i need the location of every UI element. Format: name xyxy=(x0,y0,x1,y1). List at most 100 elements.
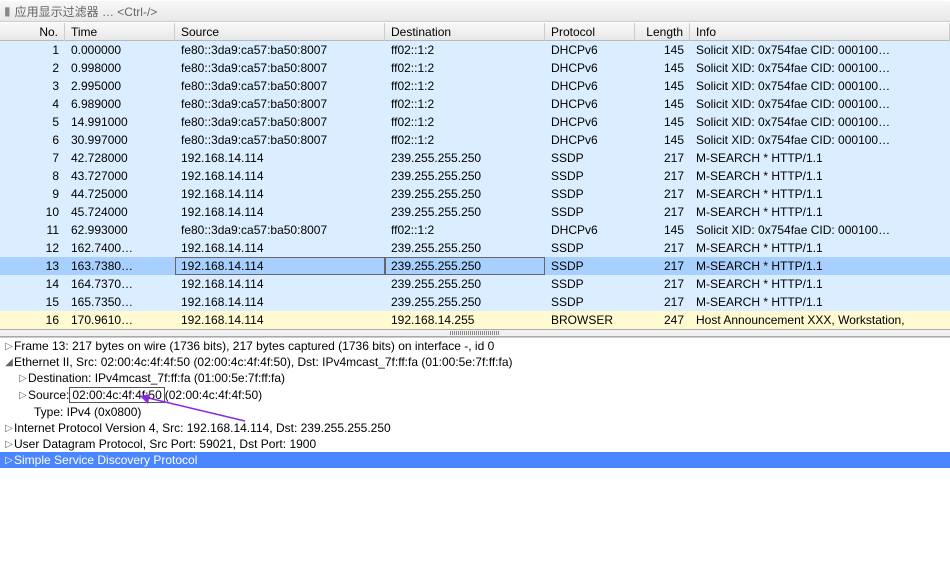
cell-info: M-SEARCH * HTTP/1.1 xyxy=(690,204,950,220)
table-row[interactable]: 12162.7400…192.168.14.114239.255.255.250… xyxy=(0,239,950,257)
expand-icon[interactable]: ▷ xyxy=(18,390,28,401)
cell-source: 192.168.14.114 xyxy=(175,276,385,292)
cell-source: 192.168.14.114 xyxy=(175,186,385,202)
expand-icon[interactable]: ▷ xyxy=(18,373,28,384)
col-destination[interactable]: Destination xyxy=(385,23,545,41)
table-row[interactable]: 20.998000fe80::3da9:ca57:ba50:8007ff02::… xyxy=(0,59,950,77)
cell-destination: 239.255.255.250 xyxy=(385,294,545,310)
cell-no: 3 xyxy=(0,78,65,94)
cell-no: 1 xyxy=(0,42,65,58)
table-row[interactable]: 1045.724000192.168.14.114239.255.255.250… xyxy=(0,203,950,221)
tree-eth-dst[interactable]: ▷Destination: IPv4mcast_7f:ff:fa (01:00:… xyxy=(0,370,950,386)
cell-length: 217 xyxy=(635,186,690,202)
cell-source: 192.168.14.114 xyxy=(175,150,385,166)
table-row[interactable]: 32.995000fe80::3da9:ca57:ba50:8007ff02::… xyxy=(0,77,950,95)
table-row[interactable]: 514.991000fe80::3da9:ca57:ba50:8007ff02:… xyxy=(0,113,950,131)
expand-icon[interactable]: ▷ xyxy=(4,455,14,466)
col-source[interactable]: Source xyxy=(175,23,385,41)
table-row[interactable]: 10.000000fe80::3da9:ca57:ba50:8007ff02::… xyxy=(0,41,950,59)
cell-no: 10 xyxy=(0,204,65,220)
cell-no: 13 xyxy=(0,258,65,274)
cell-no: 12 xyxy=(0,240,65,256)
tree-udp[interactable]: ▷User Datagram Protocol, Src Port: 59021… xyxy=(0,436,950,452)
packet-details-pane[interactable]: ▷Frame 13: 217 bytes on wire (1736 bits)… xyxy=(0,337,950,573)
col-info[interactable]: Info xyxy=(690,23,950,41)
cell-time: 6.989000 xyxy=(65,96,175,112)
cell-time: 30.997000 xyxy=(65,132,175,148)
table-row[interactable]: 46.989000fe80::3da9:ca57:ba50:8007ff02::… xyxy=(0,95,950,113)
cell-destination: 239.255.255.250 xyxy=(385,240,545,256)
cell-protocol: DHCPv6 xyxy=(545,60,635,76)
cell-length: 145 xyxy=(635,60,690,76)
cell-destination: 239.255.255.250 xyxy=(385,150,545,166)
cell-protocol: SSDP xyxy=(545,258,635,274)
table-row[interactable]: 14164.7370…192.168.14.114239.255.255.250… xyxy=(0,275,950,293)
cell-protocol: DHCPv6 xyxy=(545,42,635,58)
expand-icon[interactable]: ▷ xyxy=(4,341,14,352)
table-row[interactable]: 630.997000fe80::3da9:ca57:ba50:8007ff02:… xyxy=(0,131,950,149)
cell-info: M-SEARCH * HTTP/1.1 xyxy=(690,276,950,292)
cell-time: 43.727000 xyxy=(65,168,175,184)
cell-source: fe80::3da9:ca57:ba50:8007 xyxy=(175,96,385,112)
tree-ssdp[interactable]: ▷Simple Service Discovery Protocol xyxy=(0,452,950,468)
cell-no: 15 xyxy=(0,294,65,310)
table-row[interactable]: 16170.9610…192.168.14.114192.168.14.255B… xyxy=(0,311,950,329)
mac-highlight: 02:00:4c:4f:4f:50 xyxy=(69,387,164,403)
cell-source: fe80::3da9:ca57:ba50:8007 xyxy=(175,42,385,58)
cell-protocol: SSDP xyxy=(545,168,635,184)
pane-splitter[interactable] xyxy=(0,329,950,337)
cell-length: 217 xyxy=(635,294,690,310)
cell-info: M-SEARCH * HTTP/1.1 xyxy=(690,168,950,184)
table-row[interactable]: 1162.993000fe80::3da9:ca57:ba50:8007ff02… xyxy=(0,221,950,239)
tree-eth-src[interactable]: ▷Source: 02:00:4c:4f:4f:50 (02:00:4c:4f:… xyxy=(0,386,950,404)
column-headers[interactable]: No. Time Source Destination Protocol Len… xyxy=(0,22,950,41)
cell-time: 44.725000 xyxy=(65,186,175,202)
tree-frame[interactable]: ▷Frame 13: 217 bytes on wire (1736 bits)… xyxy=(0,338,950,354)
cell-info: Solicit XID: 0x754fae CID: 000100… xyxy=(690,132,950,148)
cell-destination: ff02::1:2 xyxy=(385,114,545,130)
cell-protocol: DHCPv6 xyxy=(545,132,635,148)
col-time[interactable]: Time xyxy=(65,23,175,41)
cell-info: Solicit XID: 0x754fae CID: 000100… xyxy=(690,222,950,238)
cell-source: fe80::3da9:ca57:ba50:8007 xyxy=(175,60,385,76)
col-length[interactable]: Length xyxy=(635,23,690,41)
cell-source: 192.168.14.114 xyxy=(175,204,385,220)
col-protocol[interactable]: Protocol xyxy=(545,23,635,41)
cell-no: 6 xyxy=(0,132,65,148)
cell-time: 45.724000 xyxy=(65,204,175,220)
cell-time: 62.993000 xyxy=(65,222,175,238)
expand-icon[interactable]: ▷ xyxy=(4,439,14,450)
cell-no: 5 xyxy=(0,114,65,130)
expand-icon[interactable]: ▷ xyxy=(4,423,14,434)
packet-list-pane[interactable]: No. Time Source Destination Protocol Len… xyxy=(0,22,950,329)
collapse-icon[interactable]: ◢ xyxy=(4,357,14,368)
col-no[interactable]: No. xyxy=(0,23,65,41)
cell-destination: ff02::1:2 xyxy=(385,60,545,76)
cell-protocol: DHCPv6 xyxy=(545,96,635,112)
cell-time: 162.7400… xyxy=(65,240,175,256)
cell-time: 0.998000 xyxy=(65,60,175,76)
table-row[interactable]: 944.725000192.168.14.114239.255.255.250S… xyxy=(0,185,950,203)
cell-protocol: SSDP xyxy=(545,186,635,202)
cell-info: Solicit XID: 0x754fae CID: 000100… xyxy=(690,42,950,58)
filter-icon: ▮ xyxy=(4,4,11,18)
table-row[interactable]: 13163.7380…192.168.14.114239.255.255.250… xyxy=(0,257,950,275)
tree-ethernet[interactable]: ◢Ethernet II, Src: 02:00:4c:4f:4f:50 (02… xyxy=(0,354,950,370)
cell-destination: ff02::1:2 xyxy=(385,132,545,148)
cell-source: 192.168.14.114 xyxy=(175,294,385,310)
cell-info: Host Announcement XXX, Workstation, xyxy=(690,312,950,328)
cell-length: 217 xyxy=(635,168,690,184)
tree-ip[interactable]: ▷Internet Protocol Version 4, Src: 192.1… xyxy=(0,420,950,436)
cell-length: 145 xyxy=(635,114,690,130)
table-row[interactable]: 843.727000192.168.14.114239.255.255.250S… xyxy=(0,167,950,185)
cell-protocol: SSDP xyxy=(545,240,635,256)
cell-destination: ff02::1:2 xyxy=(385,96,545,112)
tree-eth-type[interactable]: Type: IPv4 (0x0800) xyxy=(0,404,950,420)
cell-time: 0.000000 xyxy=(65,42,175,58)
cell-source: 192.168.14.114 xyxy=(175,312,385,328)
table-row[interactable]: 742.728000192.168.14.114239.255.255.250S… xyxy=(0,149,950,167)
display-filter-bar[interactable]: ▮ 应用显示过滤器 … <Ctrl-/> xyxy=(0,0,950,22)
table-row[interactable]: 15165.7350…192.168.14.114239.255.255.250… xyxy=(0,293,950,311)
cell-protocol: BROWSER xyxy=(545,312,635,328)
cell-length: 217 xyxy=(635,276,690,292)
